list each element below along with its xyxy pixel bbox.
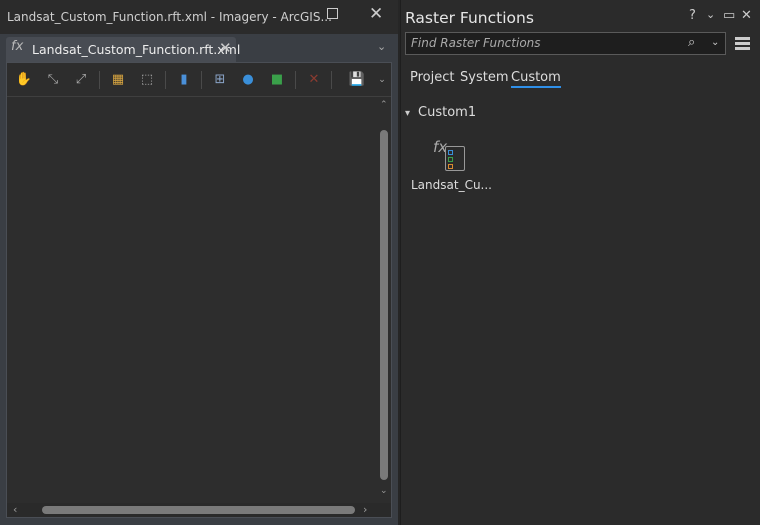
document-tab-label: Landsat_Custom_Function.rft.xml — [32, 42, 241, 57]
pan-icon[interactable]: ✋ — [15, 71, 33, 89]
function-template-icon — [445, 146, 465, 171]
horizontal-scrollbar[interactable]: ‹ › — [7, 503, 391, 517]
delete-icon[interactable]: ✕ — [305, 71, 323, 89]
scroll-thumb[interactable] — [380, 130, 388, 480]
help-icon[interactable]: ? — [689, 8, 696, 23]
scroll-left-icon[interactable]: ‹ — [13, 503, 17, 516]
divider — [201, 71, 202, 89]
tab-custom[interactable]: Custom — [511, 70, 561, 88]
scroll-thumb[interactable] — [42, 506, 355, 514]
window-title: Landsat_Custom_Function.rft.xml - Imager… — [7, 10, 332, 24]
function-item-label: Landsat_Cu... — [411, 178, 492, 192]
layout-icon[interactable]: ▦ — [109, 71, 127, 89]
expand-icon[interactable]: ⤢ — [72, 71, 90, 89]
close-icon[interactable]: ✕ — [741, 8, 752, 23]
search-box: ⌕ ⌄ — [405, 32, 726, 55]
chevron-down-icon[interactable]: ▾ — [405, 108, 410, 119]
divider — [99, 71, 100, 89]
function-editor: ✋ ⤡ ⤢ ▦ ⬚ ▮ ⊞ ● ■ ✕ 💾 ⌄ ⌃ ⌄ ‹ › — [6, 62, 392, 518]
add-raster-variable-icon[interactable]: ▮ — [175, 71, 193, 89]
collapse-icon[interactable]: ⤡ — [44, 71, 62, 89]
add-raster-icon[interactable]: ● — [239, 71, 257, 89]
document-tab[interactable]: fx Landsat_Custom_Function.rft.xml ✕ — [6, 37, 240, 62]
search-input[interactable] — [411, 36, 671, 50]
editor-toolbar: ✋ ⤡ ⤢ ▦ ⬚ ▮ ⊞ ● ■ ✕ 💾 ⌄ — [7, 63, 391, 97]
vertical-scrollbar[interactable]: ⌃ ⌄ — [379, 98, 391, 503]
divider — [295, 71, 296, 89]
search-icon[interactable]: ⌕ — [688, 35, 695, 50]
chevron-down-icon[interactable]: ⌄ — [377, 40, 386, 53]
scroll-down-icon[interactable]: ⌄ — [380, 486, 388, 496]
chevron-down-icon[interactable]: ⌄ — [711, 37, 719, 48]
scroll-right-icon[interactable]: › — [363, 503, 367, 516]
tab-project[interactable]: Project — [410, 70, 454, 85]
tab-system[interactable]: System — [460, 70, 508, 85]
divider — [331, 71, 332, 89]
document-tab-bar: fx Landsat_Custom_Function.rft.xml ✕ ⌄ — [0, 34, 398, 62]
group-label: Custom1 — [418, 105, 477, 120]
pane-title: Raster Functions — [405, 9, 534, 27]
window-title-bar: Landsat_Custom_Function.rft.xml - Imager… — [0, 0, 398, 34]
maximize-icon[interactable] — [327, 8, 338, 19]
chevron-down-icon[interactable]: ⌄ — [706, 8, 715, 21]
scroll-up-icon[interactable]: ⌃ — [380, 100, 388, 110]
save-function-icon[interactable]: 💾 — [343, 71, 371, 89]
function-editor-window: Landsat_Custom_Function.rft.xml - Imager… — [0, 0, 398, 525]
divider — [165, 71, 166, 89]
maximize-icon[interactable]: ▭ — [723, 8, 735, 23]
close-icon[interactable]: ✕ — [369, 4, 383, 24]
function-template-icon: fx — [11, 39, 24, 54]
group-custom1[interactable]: ▾ Custom1 — [405, 105, 476, 120]
raster-functions-pane: Raster Functions ? ⌄ ▭ ✕ ⌕ ⌄ Project Sys… — [400, 0, 760, 525]
fit-icon[interactable]: ⬚ — [138, 71, 156, 89]
overflow-icon[interactable]: ⌄ — [377, 71, 387, 89]
close-tab-icon[interactable]: ✕ — [219, 39, 232, 57]
add-function-icon[interactable]: ⊞ — [211, 71, 229, 89]
add-new-icon[interactable]: ■ — [268, 71, 286, 89]
menu-icon[interactable] — [735, 37, 750, 52]
editor-canvas[interactable] — [7, 98, 379, 503]
